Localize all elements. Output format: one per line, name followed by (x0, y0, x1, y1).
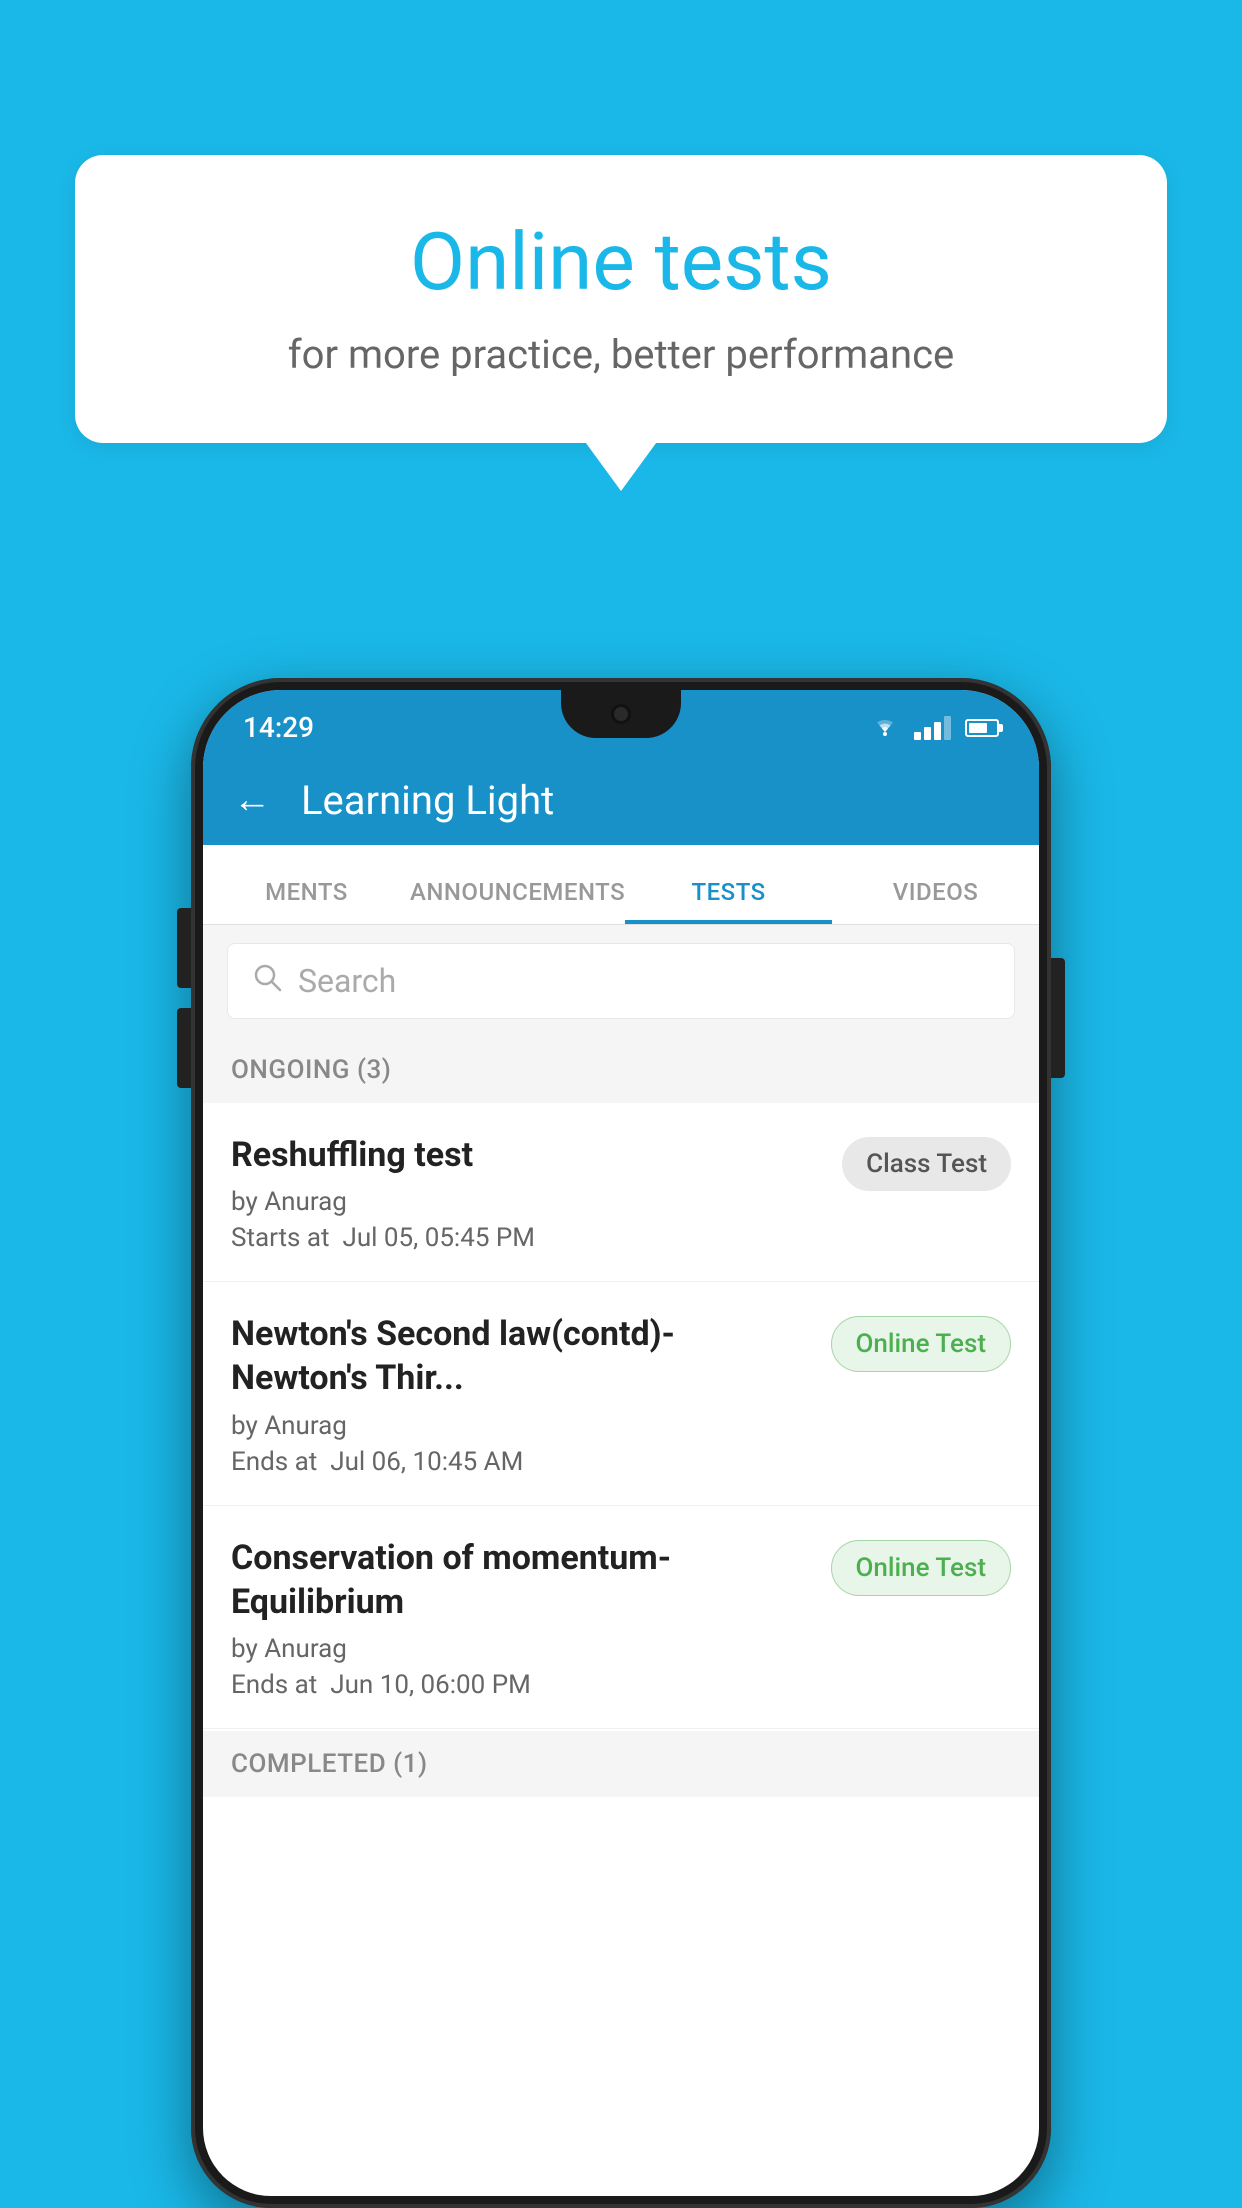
test-name-1: Reshuffling test (231, 1133, 822, 1177)
test-badge-3: Online Test (831, 1540, 1012, 1596)
test-author-1: by Anurag (231, 1187, 822, 1217)
completed-section-header: COMPLETED (1) (203, 1731, 1039, 1797)
tab-announcements[interactable]: ANNOUNCEMENTS (410, 878, 625, 924)
test-badge-2: Online Test (831, 1316, 1012, 1372)
test-time-1: Starts at Jul 05, 05:45 PM (231, 1223, 822, 1253)
speech-bubble: Online tests for more practice, better p… (75, 155, 1167, 443)
battery-icon (965, 719, 999, 737)
test-info-3: Conservation of momentum-Equilibrium by … (231, 1536, 831, 1700)
test-author-3: by Anurag (231, 1634, 811, 1664)
test-time-2: Ends at Jul 06, 10:45 AM (231, 1447, 811, 1477)
test-item-1[interactable]: Reshuffling test by Anurag Starts at Jul… (203, 1103, 1039, 1282)
signal-icon (914, 716, 951, 740)
volume-down-button (177, 1008, 191, 1088)
test-item-2[interactable]: Newton's Second law(contd)-Newton's Thir… (203, 1282, 1039, 1505)
search-placeholder: Search (298, 962, 396, 1000)
app-title: Learning Light (301, 777, 554, 824)
bubble-title: Online tests (145, 215, 1097, 309)
status-icons (870, 713, 999, 743)
test-author-2: by Anurag (231, 1411, 811, 1441)
test-info-1: Reshuffling test by Anurag Starts at Jul… (231, 1133, 842, 1253)
tabs-bar: MENTS ANNOUNCEMENTS TESTS VIDEOS (203, 845, 1039, 925)
battery-fill (969, 723, 987, 733)
back-button[interactable]: ← (233, 778, 271, 822)
search-icon (252, 962, 282, 1000)
test-item-3[interactable]: Conservation of momentum-Equilibrium by … (203, 1506, 1039, 1729)
status-time: 14:29 (243, 711, 314, 744)
camera-dot (611, 704, 631, 724)
ongoing-section-header: ONGOING (3) (203, 1037, 1039, 1103)
search-bar[interactable]: Search (227, 943, 1015, 1019)
test-time-3: Ends at Jun 10, 06:00 PM (231, 1670, 811, 1700)
test-name-2: Newton's Second law(contd)-Newton's Thir… (231, 1312, 811, 1400)
phone-screen: 14:29 (203, 690, 1039, 2196)
power-button (1051, 958, 1065, 1078)
search-container: Search (203, 925, 1039, 1037)
tab-ments[interactable]: MENTS (203, 878, 410, 924)
test-badge-1: Class Test (842, 1137, 1011, 1191)
tab-videos[interactable]: VIDEOS (832, 878, 1039, 924)
tab-tests[interactable]: TESTS (625, 878, 832, 924)
test-name-3: Conservation of momentum-Equilibrium (231, 1536, 811, 1624)
test-info-2: Newton's Second law(contd)-Newton's Thir… (231, 1312, 831, 1476)
test-list: Reshuffling test by Anurag Starts at Jul… (203, 1103, 1039, 1729)
phone-frame: 14:29 (191, 678, 1051, 2208)
app-header: ← Learning Light (203, 755, 1039, 845)
phone-outer: 14:29 (191, 678, 1051, 2208)
speech-bubble-container: Online tests for more practice, better p… (75, 155, 1167, 443)
wifi-icon (870, 713, 900, 743)
phone-notch (561, 690, 681, 738)
bubble-subtitle: for more practice, better performance (145, 331, 1097, 378)
volume-up-button (177, 908, 191, 988)
